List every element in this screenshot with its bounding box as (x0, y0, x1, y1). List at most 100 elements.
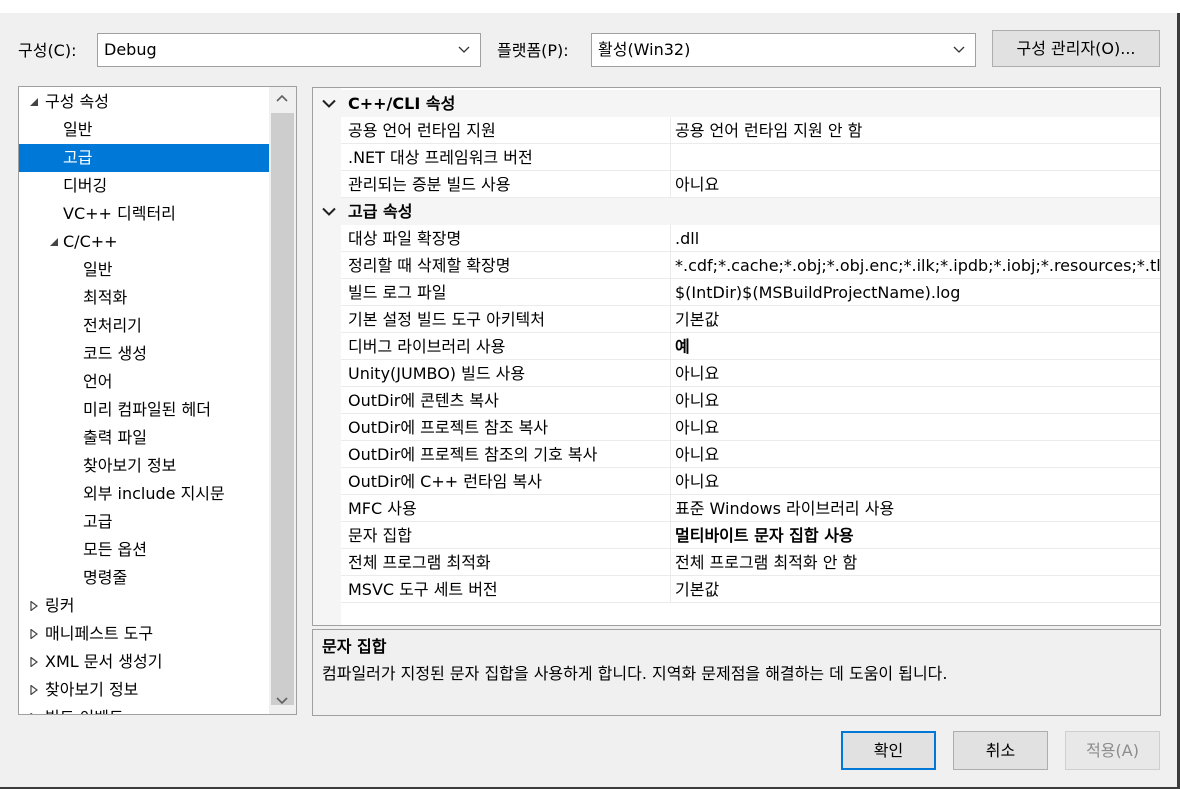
tree-item[interactable]: 고급 (19, 144, 269, 172)
ok-button[interactable]: 확인 (841, 731, 936, 770)
property-row[interactable]: 문자 집합 멀티바이트 문자 집합 사용 (313, 522, 1160, 549)
property-value[interactable]: 아니요 (671, 360, 1160, 387)
tree-item[interactable]: 디버깅 (19, 172, 269, 200)
triangle-collapsed-icon[interactable] (27, 592, 41, 620)
tree-item-label: 링커 (45, 596, 75, 615)
property-row[interactable]: 관리되는 증분 빌드 사용 아니요 (313, 171, 1160, 198)
property-category[interactable]: 고급 속성 (313, 198, 1160, 225)
property-value[interactable]: .dll (671, 225, 1160, 252)
property-value[interactable]: 아니요 (671, 468, 1160, 495)
tree-item[interactable]: 빌드 이벤트 (19, 704, 269, 714)
section-chevron-icon[interactable] (321, 198, 337, 225)
tree-item[interactable]: XML 문서 생성기 (19, 648, 269, 676)
property-row[interactable]: OutDir에 프로젝트 참조의 기호 복사 아니요 (313, 441, 1160, 468)
tree-item[interactable]: 찾아보기 정보 (19, 676, 269, 704)
triangle-expanded-icon[interactable] (27, 88, 41, 116)
property-row[interactable]: OutDir에 콘텐츠 복사 아니요 (313, 387, 1160, 414)
tree-item[interactable]: 미리 컴파일된 헤더 (19, 396, 269, 424)
tree-item-label: 코드 생성 (83, 344, 147, 363)
property-value[interactable]: 기본값 (671, 306, 1160, 333)
top-strip (0, 0, 1180, 13)
scroll-down-icon[interactable] (269, 690, 296, 714)
property-value[interactable]: 전체 프로그램 최적화 안 함 (671, 549, 1160, 576)
apply-button[interactable]: 적용(A) (1065, 731, 1160, 770)
property-name: 빌드 로그 파일 (341, 279, 671, 306)
property-row[interactable]: MFC 사용 표준 Windows 라이브러리 사용 (313, 495, 1160, 522)
property-row[interactable]: 대상 파일 확장명 .dll (313, 225, 1160, 252)
tree-item[interactable]: 코드 생성 (19, 340, 269, 368)
property-row[interactable]: 디버그 라이브러리 사용 예 (313, 333, 1160, 360)
property-row[interactable]: 공용 언어 런타임 지원 공용 언어 런타임 지원 안 함 (313, 117, 1160, 144)
tree-item-label: 찾아보기 정보 (45, 680, 139, 699)
property-value[interactable]: *.cdf;*.cache;*.obj;*.obj.enc;*.ilk;*.ip… (671, 252, 1160, 279)
property-row[interactable]: Unity(JUMBO) 빌드 사용 아니요 (313, 360, 1160, 387)
property-tree[interactable]: 구성 속성 일반 고급 디버깅 VC++ 디렉터리 C/C++ 일반 최적화 전처리기 코드 생성… (18, 86, 297, 715)
scroll-up-icon[interactable] (269, 87, 296, 111)
scrollbar-thumb[interactable] (271, 113, 294, 705)
platform-dropdown[interactable]: 활성(Win32) (591, 33, 976, 67)
tree-item-label: 고급 (83, 512, 113, 531)
property-grid[interactable]: C++/CLI 속성 공용 언어 런타임 지원 공용 언어 런타임 지원 안 함 .N… (312, 87, 1161, 626)
section-chevron-icon[interactable] (321, 90, 337, 117)
tree-item-label: 언어 (83, 372, 113, 391)
property-row[interactable]: 정리할 때 삭제할 확장명 *.cdf;*.cache;*.obj;*.obj.e… (313, 252, 1160, 279)
tree-item[interactable]: 언어 (19, 368, 269, 396)
tree-item-label: 모든 옵션 (83, 540, 147, 559)
config-dropdown[interactable]: Debug (97, 33, 481, 67)
tree-items: 구성 속성 일반 고급 디버깅 VC++ 디렉터리 C/C++ 일반 최적화 전처리기 코드 생성… (19, 87, 269, 714)
tree-item-label: 일반 (63, 120, 93, 139)
property-name: OutDir에 프로젝트 참조의 기호 복사 (341, 441, 671, 468)
triangle-expanded-icon[interactable] (47, 228, 61, 256)
property-name: MSVC 도구 세트 버전 (341, 576, 671, 603)
property-name: MFC 사용 (341, 495, 671, 522)
tree-item-label: 출력 파일 (83, 428, 147, 447)
triangle-collapsed-icon[interactable] (27, 704, 41, 714)
cancel-button[interactable]: 취소 (953, 731, 1048, 770)
property-value[interactable]: 아니요 (671, 441, 1160, 468)
property-name: 기본 설정 빌드 도구 아키텍처 (341, 306, 671, 333)
tree-item[interactable]: 모든 옵션 (19, 536, 269, 564)
tree-item[interactable]: 최적화 (19, 284, 269, 312)
triangle-collapsed-icon[interactable] (27, 620, 41, 648)
config-label: 구성(C): (18, 41, 77, 60)
tree-item-label: 찾아보기 정보 (83, 456, 177, 475)
property-value[interactable]: $(IntDir)$(MSBuildProjectName).log (671, 279, 1160, 306)
property-value[interactable] (671, 144, 1160, 171)
property-row[interactable]: .NET 대상 프레임워크 버전 (313, 144, 1160, 171)
tree-item[interactable]: 고급 (19, 508, 269, 536)
property-value[interactable]: 멀티바이트 문자 집합 사용 (671, 522, 1160, 549)
tree-scrollbar[interactable] (269, 87, 296, 714)
tree-item[interactable]: 구성 속성 (19, 88, 269, 116)
property-value[interactable]: 공용 언어 런타임 지원 안 함 (671, 117, 1160, 144)
property-value[interactable]: 아니요 (671, 171, 1160, 198)
config-manager-button[interactable]: 구성 관리자(O)... (992, 30, 1160, 67)
tree-item[interactable]: VC++ 디렉터리 (19, 200, 269, 228)
property-row[interactable]: OutDir에 프로젝트 참조 복사 아니요 (313, 414, 1160, 441)
property-name: Unity(JUMBO) 빌드 사용 (341, 360, 671, 387)
triangle-collapsed-icon[interactable] (27, 648, 41, 676)
tree-item[interactable]: 일반 (19, 116, 269, 144)
triangle-collapsed-icon[interactable] (27, 676, 41, 704)
property-row[interactable]: 기본 설정 빌드 도구 아키텍처 기본값 (313, 306, 1160, 333)
tree-item[interactable]: 찾아보기 정보 (19, 452, 269, 480)
tree-item[interactable]: 일반 (19, 256, 269, 284)
property-name: OutDir에 프로젝트 참조 복사 (341, 414, 671, 441)
property-name: OutDir에 C++ 런타임 복사 (341, 468, 671, 495)
property-value[interactable]: 아니요 (671, 387, 1160, 414)
property-row[interactable]: OutDir에 C++ 런타임 복사 아니요 (313, 468, 1160, 495)
property-category[interactable]: C++/CLI 속성 (313, 90, 1160, 117)
property-value[interactable]: 표준 Windows 라이브러리 사용 (671, 495, 1160, 522)
tree-item[interactable]: 링커 (19, 592, 269, 620)
tree-item[interactable]: 매니페스트 도구 (19, 620, 269, 648)
tree-item[interactable]: 외부 include 지시문 (19, 480, 269, 508)
tree-item[interactable]: 전처리기 (19, 312, 269, 340)
property-row[interactable]: 빌드 로그 파일 $(IntDir)$(MSBuildProjectName).l… (313, 279, 1160, 306)
property-row[interactable]: 전체 프로그램 최적화 전체 프로그램 최적화 안 함 (313, 549, 1160, 576)
tree-item[interactable]: C/C++ (19, 228, 269, 256)
property-value[interactable]: 아니요 (671, 414, 1160, 441)
tree-item[interactable]: 명령줄 (19, 564, 269, 592)
tree-item[interactable]: 출력 파일 (19, 424, 269, 452)
property-row[interactable]: MSVC 도구 세트 버전 기본값 (313, 576, 1160, 603)
property-value[interactable]: 기본값 (671, 576, 1160, 603)
property-value[interactable]: 예 (671, 333, 1160, 360)
